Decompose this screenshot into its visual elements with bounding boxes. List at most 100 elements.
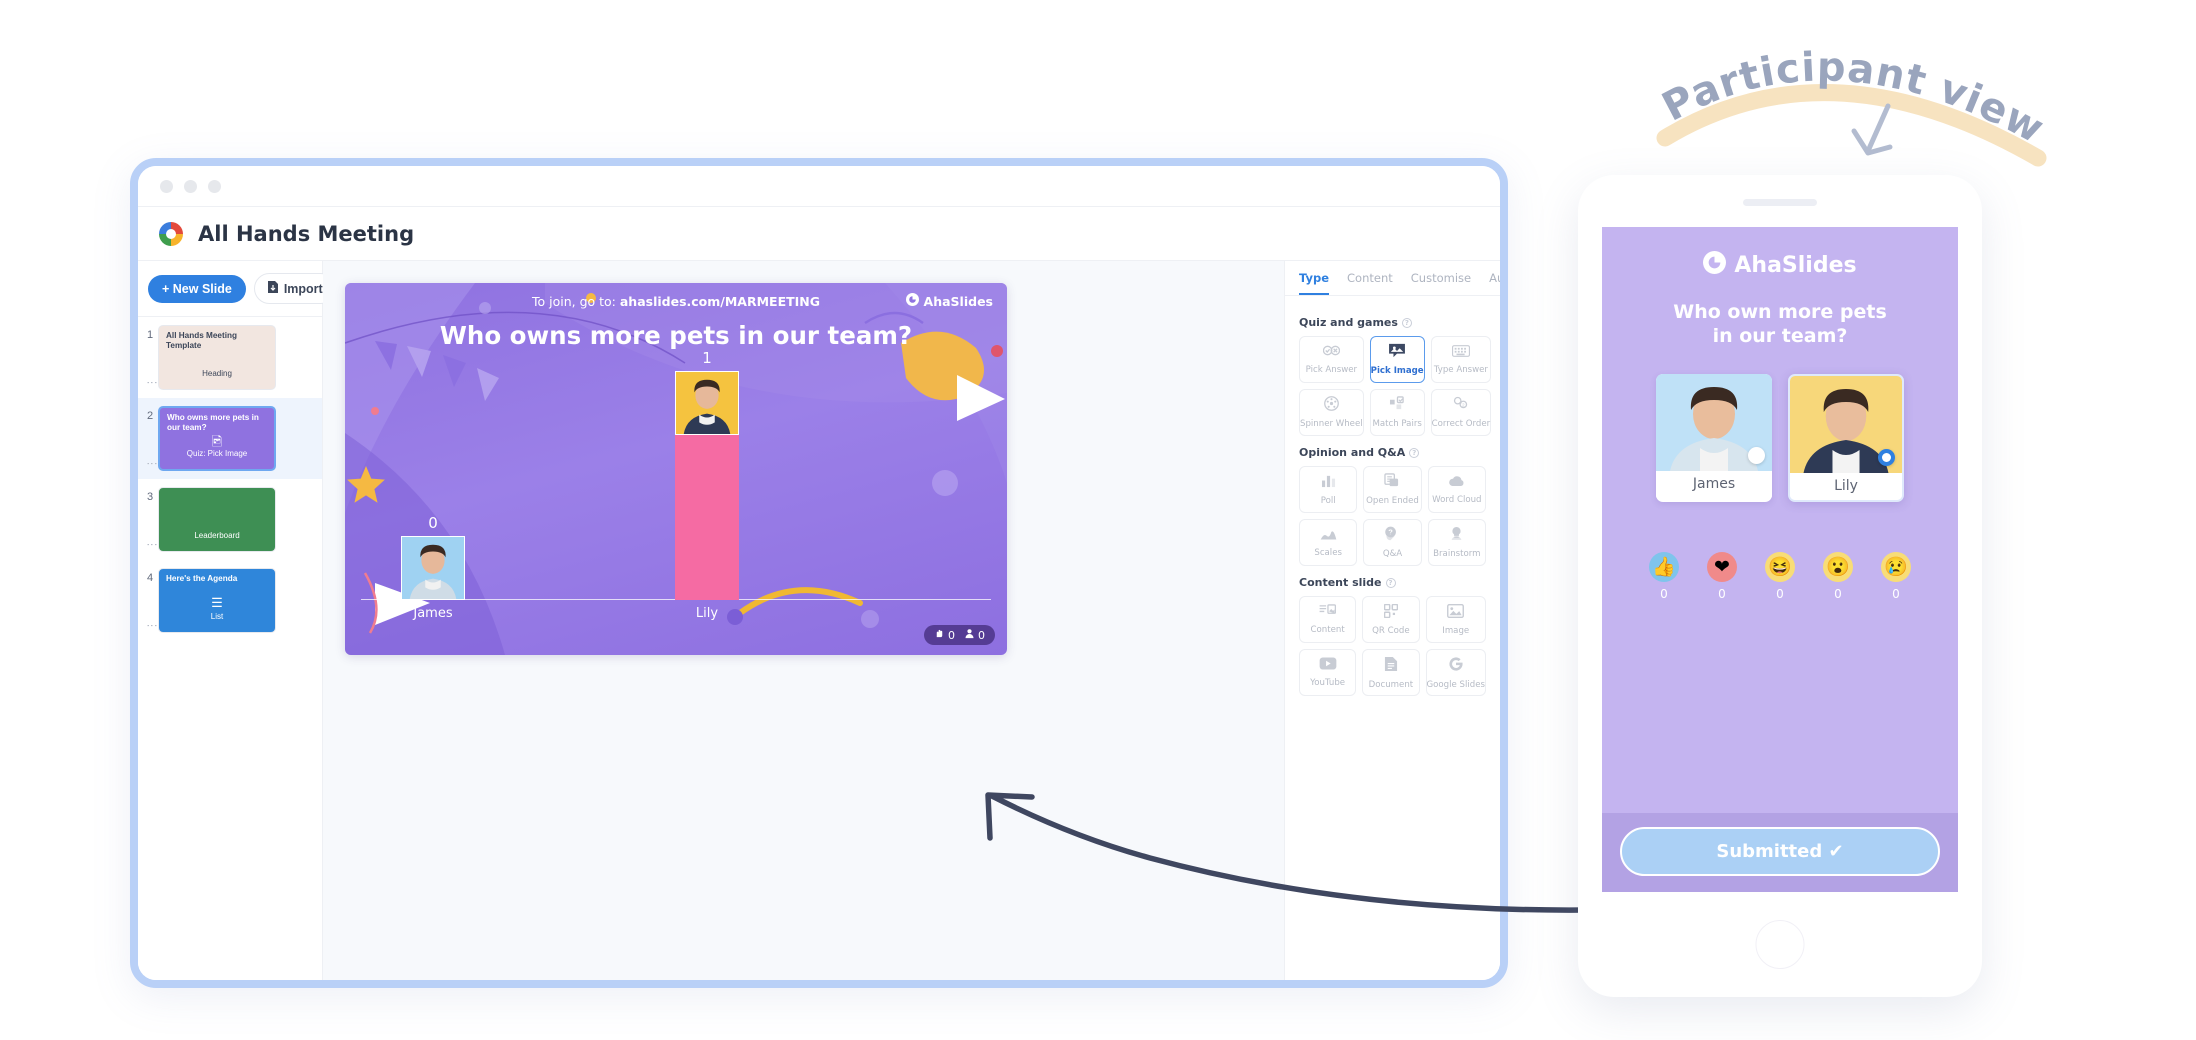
slide-type-content[interactable]: Content — [1299, 596, 1357, 643]
slide-type-q-a[interactable]: ? Q&A — [1363, 519, 1422, 566]
check-icon: ✔ — [1828, 841, 1844, 862]
slide-type-grid: Poll Open Ended Word Cloud Scales ? Q&A Brains… — [1299, 466, 1486, 566]
slide-type-word-cloud[interactable]: Word Cloud — [1427, 466, 1486, 513]
google-icon — [1448, 656, 1464, 676]
laugh-icon[interactable]: 😆 — [1765, 552, 1795, 583]
phone-option-photo — [1790, 376, 1902, 474]
slide-type-label: Q&A — [1382, 549, 1403, 559]
window-maximize-dot[interactable] — [208, 179, 221, 193]
slide-type-brainstorm[interactable]: Brainstorm — [1427, 519, 1486, 566]
slide-type-correct-order[interactable]: 2 Correct Order — [1430, 389, 1492, 436]
slide-actions-bar: + New Slide Import — [138, 261, 336, 317]
slide-type-image[interactable]: Image — [1425, 596, 1486, 643]
slide-type-pick-image[interactable]: Pick Image — [1369, 336, 1425, 383]
help-circle-icon[interactable]: ? — [1401, 317, 1412, 328]
slide-list-item-4[interactable]: 4 Here's the Agenda ☰ List ⋮ — [138, 560, 322, 641]
slide-type-pick-answer[interactable]: Pick Answer — [1299, 336, 1364, 383]
slide-stage[interactable]: To join, go to: ahaslides.com/MARMEETING… — [345, 283, 1007, 655]
scales-icon — [1320, 528, 1337, 544]
reaction-surprised[interactable]: 😮 0 — [1823, 552, 1853, 601]
slide-type-label: Document — [1368, 679, 1414, 690]
window-minimize-dot[interactable] — [184, 179, 197, 193]
slide-thumb-type: Quiz: Pick Image — [186, 449, 248, 458]
heart-icon[interactable]: ❤ — [1707, 552, 1737, 583]
phone-question: Who own more pets in our team? — [1626, 301, 1934, 348]
tab-customise[interactable]: Customise — [1411, 271, 1471, 295]
content-layout-icon — [1319, 604, 1337, 621]
slide-drag-handle[interactable]: ⋮ — [146, 539, 158, 550]
home-button-icon[interactable] — [1755, 920, 1805, 969]
bar-chart-icon — [1321, 474, 1336, 492]
phone-option-radio[interactable] — [1748, 447, 1765, 465]
app-header: All Hands Meeting — [138, 206, 1500, 261]
slide-type-scales[interactable]: Scales — [1299, 519, 1358, 566]
window-close-dot[interactable] — [160, 179, 173, 193]
slide-thumb-title: Who owns more pets in our team? — [167, 413, 259, 432]
phone-option-james[interactable]: James — [1656, 374, 1772, 503]
import-label: Import — [283, 281, 323, 296]
tab-type[interactable]: Type — [1299, 271, 1330, 295]
correct-order-icon: 2 — [1453, 396, 1469, 415]
slide-drag-handle[interactable]: ⋮ — [146, 620, 158, 631]
help-circle-icon[interactable]: ? — [1409, 447, 1420, 458]
slide-type-match-pairs[interactable]: Match Pairs — [1369, 389, 1425, 436]
join-code: ahaslides.com/MARMEETING — [619, 294, 821, 309]
cloud-icon — [1448, 475, 1466, 491]
submitted-button[interactable]: Submitted ✔ — [1620, 827, 1940, 876]
stage-question: Who owns more pets in our team? — [439, 321, 913, 350]
slide-type-poll[interactable]: Poll — [1299, 466, 1358, 513]
reaction-thumbs-up[interactable]: 👍 0 — [1649, 552, 1679, 601]
reaction-heart[interactable]: ❤ 0 — [1707, 552, 1737, 601]
tab-audio[interactable]: Audio — [1489, 271, 1500, 295]
slide-thumbnail[interactable]: All Hands Meeting Template Heading — [158, 325, 276, 390]
help-circle-icon[interactable]: ? — [1385, 577, 1396, 588]
phone-speaker — [1743, 199, 1817, 206]
surprised-icon[interactable]: 😮 — [1823, 552, 1853, 583]
slide-number: 2 — [146, 410, 154, 422]
tab-content[interactable]: Content — [1347, 271, 1393, 295]
slide-type-qr-code[interactable]: QR Code — [1362, 596, 1420, 643]
slide-drag-handle[interactable]: ⋮ — [146, 377, 158, 388]
page-title: All Hands Meeting — [198, 221, 415, 246]
slide-thumbnail[interactable]: Who owns more pets in our team? 🖻 Quiz: Pi… — [158, 406, 276, 471]
sad-icon[interactable]: 😢 — [1881, 552, 1911, 583]
browser-window: All Hands Meeting + New Slide Import 1 Al… — [130, 158, 1508, 988]
slide-number: 3 — [146, 491, 154, 503]
reaction-sad[interactable]: 😢 0 — [1881, 552, 1911, 601]
section-label: Quiz and games — [1299, 316, 1398, 329]
list-icon: ☰ — [211, 595, 223, 610]
phone-option-radio[interactable] — [1878, 449, 1895, 467]
slide-type-type-answer[interactable]: Type Answer — [1430, 336, 1492, 383]
ahaslides-mark-icon — [905, 293, 919, 309]
slide-thumbnail[interactable]: Here's the Agenda ☰ List — [158, 568, 276, 633]
bar-value-label: 1 — [702, 349, 712, 367]
slide-list-item-3[interactable]: 3 Leaderboard ⋮ — [138, 479, 322, 560]
slide-thumbnail[interactable]: Leaderboard — [158, 487, 276, 552]
phone-option-lily[interactable]: Lily — [1788, 374, 1904, 503]
slide-type-label: Scales — [1314, 547, 1342, 558]
slide-type-google-slides[interactable]: Google Slides — [1425, 649, 1486, 696]
stage-brand: AhaSlides — [905, 293, 993, 309]
match-pairs-icon — [1389, 396, 1405, 415]
slide-type-document[interactable]: Document — [1362, 649, 1420, 696]
slide-drag-handle[interactable]: ⋮ — [146, 458, 158, 469]
qr-code-icon — [1383, 603, 1399, 622]
slide-list-item-2[interactable]: 2 Who owns more pets in our team? 🖻 Quiz: P… — [138, 398, 322, 479]
import-file-icon — [267, 280, 279, 297]
slide-list-item-1[interactable]: 1 All Hands Meeting Template Heading ⋮ — [138, 317, 322, 398]
slide-type-open-ended[interactable]: Open Ended — [1363, 466, 1422, 513]
slide-number: 1 — [146, 329, 154, 341]
reaction-count: 0 — [1776, 587, 1784, 602]
participant-phone: AhaSlides Who own more pets in our team? … — [1578, 175, 1982, 997]
annotation-label: Participant view — [1655, 44, 2052, 152]
bar-category-label: Lily — [695, 606, 719, 621]
slide-thumb-title: Here's the Agenda — [166, 574, 238, 583]
new-slide-button[interactable]: + New Slide — [148, 274, 246, 303]
section-label: Opinion and Q&A — [1299, 446, 1406, 459]
ahaslides-logo-icon — [158, 221, 184, 247]
section-title-content-slide: Content slide? — [1299, 576, 1486, 589]
reaction-laugh[interactable]: 😆 0 — [1765, 552, 1795, 601]
slide-type-spinner-wheel[interactable]: Spinner Wheel — [1299, 389, 1364, 436]
thumbs-up-icon[interactable]: 👍 — [1649, 552, 1679, 583]
slide-type-youtube[interactable]: YouTube — [1299, 649, 1357, 696]
